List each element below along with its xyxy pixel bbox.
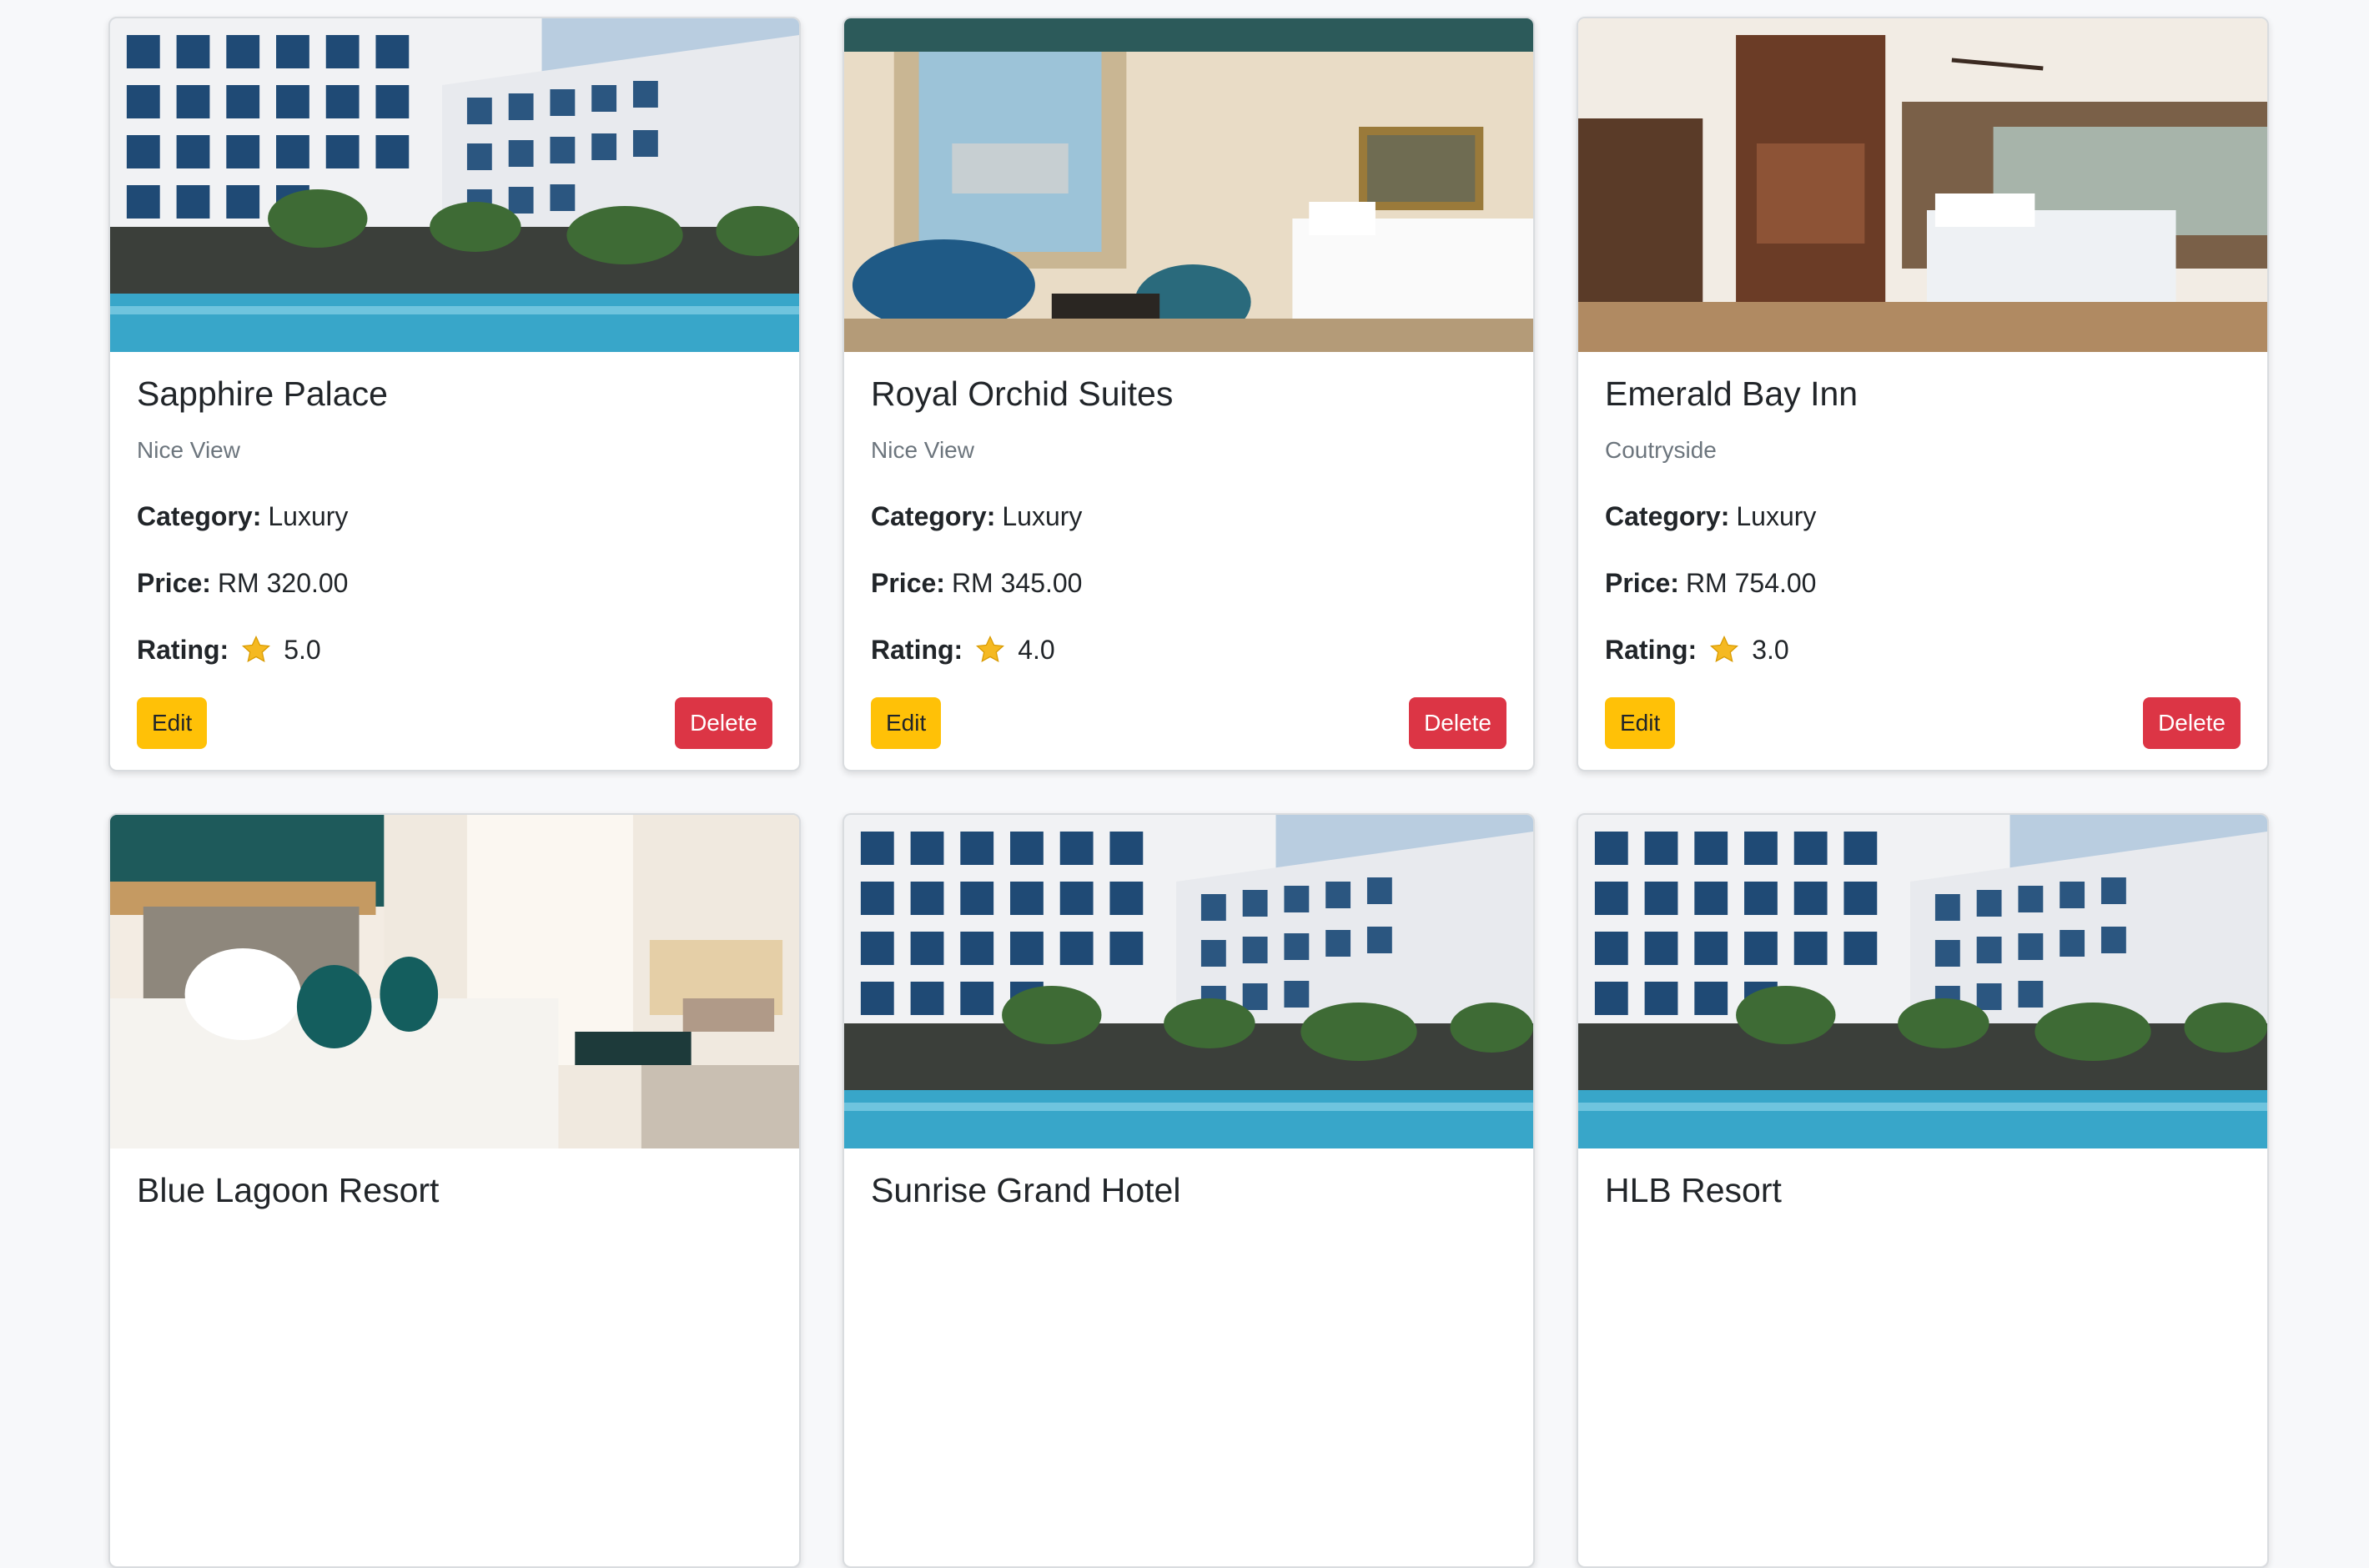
edit-button[interactable]: Edit — [137, 697, 208, 749]
card-body: Royal Orchid Suites Nice View Category: … — [844, 352, 1533, 749]
category-field: Category: Luxury — [1605, 500, 2241, 532]
star-icon — [240, 634, 272, 666]
category-value: Luxury — [1002, 500, 1083, 531]
hotel-image — [1578, 815, 2267, 1148]
price-value: RM 320.00 — [217, 567, 349, 598]
hotel-card: Blue Lagoon Resort — [108, 813, 801, 1568]
card-body: Emerald Bay Inn Coutryside Category: Lux… — [1578, 352, 2267, 749]
hotel-image — [110, 815, 799, 1148]
card-actions: Edit Delete — [871, 697, 1506, 749]
hotel-subtitle: Nice View — [871, 437, 974, 463]
price-label: Price: — [1605, 567, 1679, 598]
edit-button[interactable]: Edit — [871, 697, 942, 749]
hotel-image — [1578, 18, 2267, 352]
hotel-card: Emerald Bay Inn Coutryside Category: Lux… — [1577, 17, 2269, 771]
card-actions: Edit Delete — [137, 697, 772, 749]
hotel-name: Sapphire Palace — [137, 374, 388, 413]
rating-value: 3.0 — [1752, 634, 1789, 665]
hotel-image — [844, 815, 1533, 1148]
hotel-subtitle: Nice View — [137, 437, 240, 463]
card-body: Blue Lagoon Resort — [110, 1148, 799, 1210]
card-actions: Edit Delete — [1605, 697, 2241, 749]
price-value: RM 754.00 — [1685, 567, 1817, 598]
hotel-name: Emerald Bay Inn — [1605, 374, 1858, 413]
category-label: Category: — [137, 500, 262, 531]
rating-label: Rating: — [871, 634, 963, 665]
delete-button[interactable]: Delete — [2143, 697, 2241, 749]
price-field: Price: RM 345.00 — [871, 567, 1506, 599]
hotel-grid: Sapphire Palace Nice View Category: Luxu… — [108, 17, 2269, 1568]
star-icon — [974, 634, 1006, 666]
hotel-name: Sunrise Grand Hotel — [871, 1171, 1181, 1209]
card-body: Sapphire Palace Nice View Category: Luxu… — [110, 352, 799, 749]
category-label: Category: — [871, 500, 996, 531]
edit-button[interactable]: Edit — [1605, 697, 1676, 749]
star-icon — [1708, 634, 1740, 666]
card-body: HLB Resort — [1578, 1148, 2267, 1210]
hotel-card: HLB Resort — [1577, 813, 2269, 1568]
rating-label: Rating: — [137, 634, 229, 665]
price-field: Price: RM 754.00 — [1605, 567, 2241, 599]
card-body: Sunrise Grand Hotel — [844, 1148, 1533, 1210]
hotel-name: Royal Orchid Suites — [871, 374, 1174, 413]
hotel-card: Royal Orchid Suites Nice View Category: … — [842, 17, 1535, 771]
price-value: RM 345.00 — [951, 567, 1083, 598]
price-label: Price: — [871, 567, 945, 598]
hotel-name: HLB Resort — [1605, 1171, 1782, 1209]
price-label: Price: — [137, 567, 211, 598]
rating-field: Rating: 3.0 — [1605, 634, 2241, 666]
hotel-card: Sapphire Palace Nice View Category: Luxu… — [108, 17, 801, 771]
category-field: Category: Luxury — [137, 500, 772, 532]
price-field: Price: RM 320.00 — [137, 567, 772, 599]
hotel-image — [110, 18, 799, 352]
hotel-image — [844, 18, 1533, 352]
category-value: Luxury — [268, 500, 349, 531]
delete-button[interactable]: Delete — [675, 697, 772, 749]
hotel-subtitle: Coutryside — [1605, 437, 1717, 463]
hotel-name: Blue Lagoon Resort — [137, 1171, 440, 1209]
rating-value: 4.0 — [1018, 634, 1055, 665]
category-label: Category: — [1605, 500, 1730, 531]
rating-field: Rating: 5.0 — [137, 634, 772, 666]
rating-label: Rating: — [1605, 634, 1698, 665]
rating-value: 5.0 — [284, 634, 321, 665]
rating-field: Rating: 4.0 — [871, 634, 1506, 666]
hotel-card: Sunrise Grand Hotel — [842, 813, 1535, 1568]
delete-button[interactable]: Delete — [1409, 697, 1506, 749]
category-field: Category: Luxury — [871, 500, 1506, 532]
category-value: Luxury — [1736, 500, 1817, 531]
